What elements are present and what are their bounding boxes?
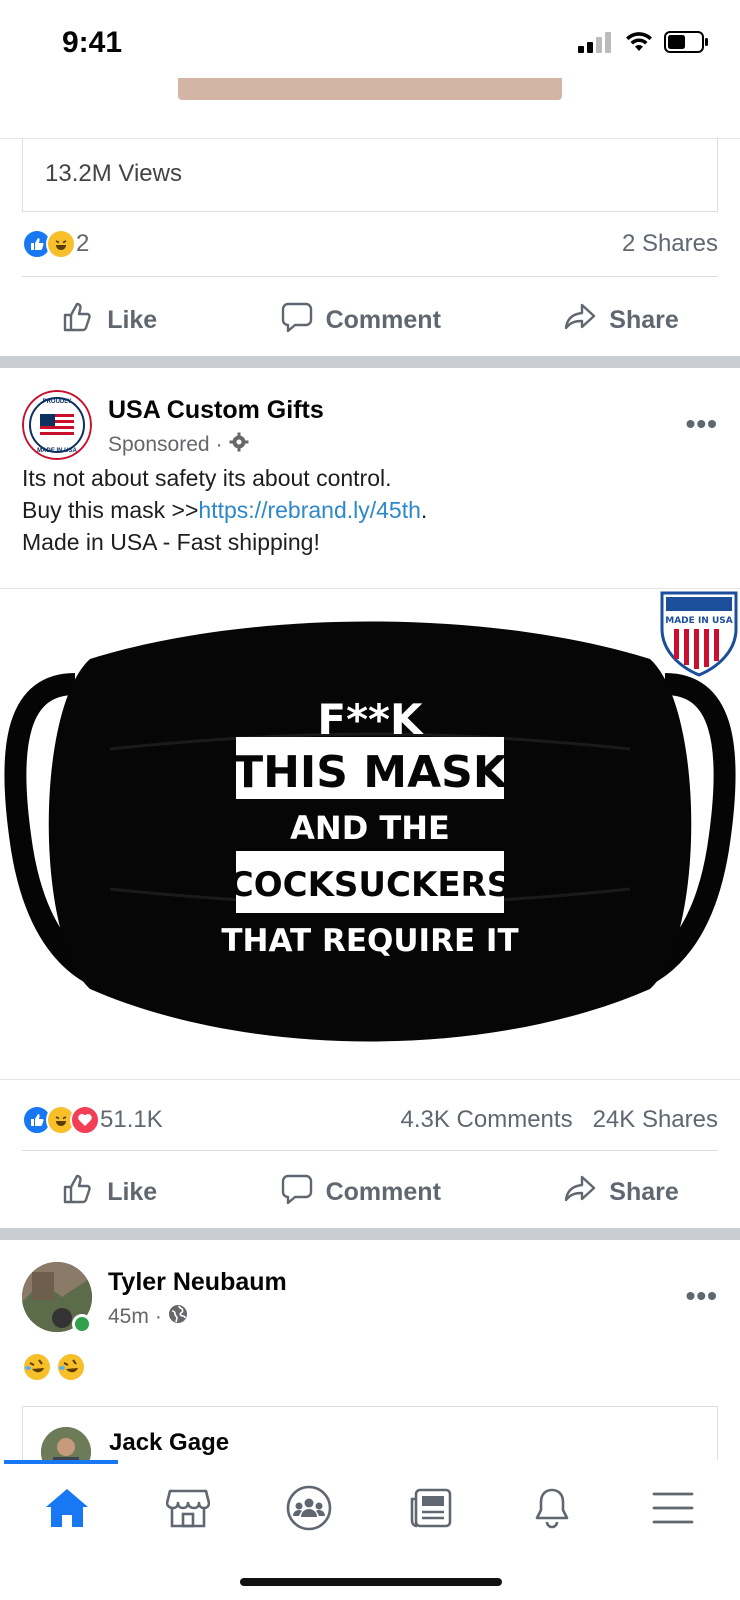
share-button[interactable]: Share <box>563 300 679 341</box>
status-icons <box>578 30 710 59</box>
post-text-prefix: Buy this mask >> <box>22 497 199 523</box>
badge-text: MADE IN USA <box>665 616 732 626</box>
wifi-icon <box>624 31 654 58</box>
news-icon[interactable] <box>399 1476 463 1540</box>
made-in-usa-badge: MADE IN USA <box>660 591 738 677</box>
reaction-icons <box>22 229 76 259</box>
previous-post-link-card[interactable]: 13.2M Views <box>22 138 718 212</box>
page-name[interactable]: USA Custom Gifts <box>108 396 324 425</box>
shared-user-name[interactable]: Jack Gage <box>109 1429 229 1457</box>
thumbs-up-icon <box>61 1172 95 1213</box>
meta-dot: · <box>215 433 223 456</box>
mask-line-3: AND THE <box>290 809 450 847</box>
like-label: Like <box>107 1177 158 1206</box>
shared-post-card[interactable]: Jack Gage <box>22 1406 718 1477</box>
like-button[interactable]: Like <box>61 1172 157 1213</box>
share-arrow-icon <box>563 1172 597 1213</box>
post-text-line-3: Made in USA - Fast shipping! <box>22 529 320 555</box>
third-post-header: Tyler Neubaum 45m · ••• <box>22 1262 718 1334</box>
love-reaction-icon <box>70 1105 100 1135</box>
post-text-line-1: Its not about safety its about control. <box>22 465 392 491</box>
groups-icon[interactable] <box>277 1476 341 1540</box>
bottom-navigation <box>0 1460 740 1600</box>
ad-post-reactions-row[interactable]: 51.1K 4.3K Comments 24K Shares <box>22 1102 718 1138</box>
divider <box>22 1150 718 1151</box>
marketplace-icon[interactable] <box>156 1476 220 1540</box>
status-time: 9:41 <box>62 26 123 59</box>
post-meta: 45m · <box>108 1304 188 1330</box>
share-arrow-icon <box>563 300 597 341</box>
like-label: Like <box>107 305 158 334</box>
previous-post-image[interactable] <box>178 78 562 100</box>
post-text-line-2: Buy this mask >>https://rebrand.ly/45th. <box>22 494 718 526</box>
thumbs-up-icon <box>61 300 95 341</box>
comment-label: Comment <box>325 1177 441 1206</box>
comment-button[interactable]: Comment <box>280 300 441 341</box>
like-button[interactable]: Like <box>61 300 157 341</box>
ad-post-stats: 4.3K Comments 24K Shares <box>401 1106 719 1134</box>
prev-post-action-bar: Like Comment Share <box>0 284 740 356</box>
user-name[interactable]: Tyler Neubaum <box>108 1268 287 1297</box>
haha-reaction-icon <box>46 229 76 259</box>
signal-icon <box>578 31 614 58</box>
reaction-count: 2 <box>76 230 90 257</box>
share-label: Share <box>609 1177 679 1206</box>
online-status-dot <box>72 1314 92 1334</box>
shares-count[interactable]: 2 Shares <box>622 230 718 257</box>
divider <box>22 276 718 277</box>
comment-icon <box>280 1172 314 1213</box>
post-emoji-text: 🤣🤣 <box>22 1352 86 1387</box>
menu-icon[interactable] <box>641 1476 705 1540</box>
comments-count[interactable]: 4.3K Comments <box>401 1106 573 1133</box>
sponsored-label[interactable]: Sponsored <box>108 433 210 457</box>
gear-icon <box>229 432 249 458</box>
post-meta: Sponsored · <box>108 432 249 458</box>
reaction-count: 51.1K <box>100 1106 163 1133</box>
globe-icon <box>168 1304 188 1330</box>
home-indicator[interactable] <box>240 1578 502 1586</box>
comment-icon <box>280 300 314 341</box>
post-text-suffix: . <box>420 497 428 523</box>
feed-separator <box>0 356 740 368</box>
more-options-button[interactable]: ••• <box>686 408 718 440</box>
prev-post-stats: 2 Shares <box>622 230 718 258</box>
ad-post-text: Its not about safety its about control. … <box>22 462 718 558</box>
battery-icon <box>664 30 710 59</box>
ad-product-image[interactable]: F**K THIS MASK AND THE COCKSUCKERS THAT … <box>0 588 740 1080</box>
mask-line-2: THIS MASK <box>233 747 509 798</box>
share-button[interactable]: Share <box>563 1172 679 1213</box>
share-label: Share <box>609 305 679 334</box>
svg-text:PROUDLY: PROUDLY <box>43 399 72 405</box>
more-options-button[interactable]: ••• <box>686 1280 718 1312</box>
video-views-count: 13.2M Views <box>45 160 182 187</box>
active-tab-indicator <box>4 1460 118 1464</box>
comment-label: Comment <box>325 305 441 334</box>
mask-line-1: F**K <box>317 695 424 744</box>
ad-post-header: PROUDLY MADE IN USA USA Custom Gifts Spo… <box>22 390 718 462</box>
status-bar: 9:41 <box>0 0 740 80</box>
home-icon[interactable] <box>35 1476 99 1540</box>
face-mask-image: F**K THIS MASK AND THE COCKSUCKERS THAT … <box>4 591 738 1042</box>
feed-separator <box>0 1228 740 1240</box>
ad-post-action-bar: Like Comment Share <box>0 1156 740 1228</box>
prev-post-reactions-row[interactable]: 2 2 Shares <box>22 226 718 262</box>
page-avatar[interactable]: PROUDLY MADE IN USA <box>22 390 92 460</box>
mask-line-4: COCKSUCKERS <box>229 865 511 905</box>
comment-button[interactable]: Comment <box>280 1172 441 1213</box>
svg-text:MADE IN USA: MADE IN USA <box>37 448 77 454</box>
shares-count[interactable]: 24K Shares <box>593 1106 718 1133</box>
nav-items <box>0 1476 740 1540</box>
made-in-usa-seal-logo: PROUDLY MADE IN USA <box>22 390 92 460</box>
bell-icon[interactable] <box>520 1476 584 1540</box>
mask-line-5: THAT REQUIRE IT <box>221 923 518 959</box>
ad-link[interactable]: https://rebrand.ly/45th <box>198 497 420 523</box>
meta-dot: · <box>154 1305 162 1328</box>
reaction-icons <box>22 1105 100 1135</box>
post-time[interactable]: 45m <box>108 1305 149 1329</box>
